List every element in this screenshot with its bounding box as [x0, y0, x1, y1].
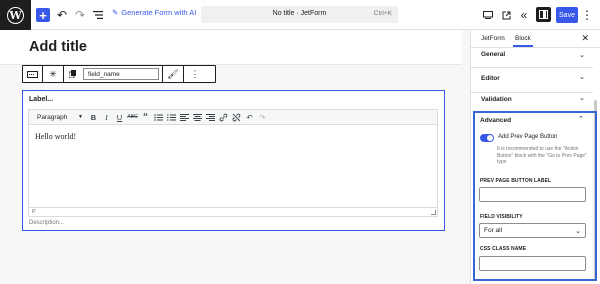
strikethrough-icon[interactable]: ABC	[126, 112, 139, 123]
panel-general-title: General	[481, 51, 506, 58]
numbered-list-icon[interactable]	[165, 112, 178, 123]
magic-wand-icon: ✎	[112, 8, 119, 17]
bullet-list-icon[interactable]	[152, 112, 165, 123]
save-button[interactable]: Save	[556, 7, 578, 23]
textarea-field-block[interactable]: Label... Paragraph ▼ B I U ABC “ ↶ ↷ Hel…	[22, 90, 445, 231]
editor-undo-icon[interactable]: ↶	[243, 112, 256, 123]
paragraph-format-select[interactable]: Paragraph ▼	[33, 112, 87, 123]
bold-icon[interactable]: B	[87, 112, 100, 123]
tab-jetform[interactable]: JetForm	[481, 35, 505, 42]
panel-advanced-title[interactable]: Advanced	[480, 117, 511, 124]
block-options-icon[interactable]: ⋮	[184, 66, 206, 82]
editor-redo-icon[interactable]: ↷	[256, 112, 269, 123]
document-title: No title · JetForm	[272, 10, 327, 17]
field-name-input[interactable]: field_name	[83, 68, 159, 80]
generate-form-label: Generate Form with AI	[121, 8, 197, 17]
required-asterisk-icon[interactable]: ✳	[43, 66, 64, 82]
panel-editor[interactable]: Editor ⌄	[471, 68, 593, 93]
chevron-down-icon: ⌄	[579, 95, 585, 102]
editor-toolbar: Paragraph ▼ B I U ABC “ ↶ ↷	[29, 110, 437, 125]
add-block-button[interactable]: +	[36, 8, 50, 22]
paragraph-format-label: Paragraph	[37, 113, 68, 121]
field-visibility-heading: FIELD VISIBILITY	[480, 214, 523, 220]
prev-page-label-heading: PREV PAGE BUTTON LABEL	[480, 178, 552, 184]
prev-page-label-input[interactable]	[479, 187, 586, 202]
align-left-icon[interactable]	[178, 112, 191, 123]
options-menu-icon[interactable]: ⋮	[581, 7, 593, 23]
css-class-heading: CSS CLASS NAME	[480, 246, 527, 252]
collapse-chevrons-icon[interactable]: «	[518, 7, 530, 23]
italic-icon[interactable]: I	[100, 112, 113, 123]
css-class-input[interactable]	[479, 256, 586, 271]
chevron-down-icon: ⌄	[575, 227, 581, 235]
prev-page-help-text: It is recommended to use the "Action But…	[497, 146, 587, 165]
field-visibility-value: For all	[484, 227, 503, 234]
document-title-bar[interactable]: No title · JetForm Ctrl+K	[201, 6, 398, 23]
panel-validation-title: Validation	[481, 96, 512, 103]
preview-desktop-icon[interactable]	[482, 7, 494, 23]
chevron-down-icon: ⌄	[579, 52, 585, 59]
chevron-up-icon[interactable]: ⌃	[578, 115, 584, 123]
close-icon[interactable]: ✕	[581, 33, 589, 44]
block-type-icon[interactable]	[23, 66, 43, 82]
copy-icon[interactable]	[64, 66, 80, 82]
chevron-down-icon: ▼	[78, 114, 83, 120]
align-center-icon[interactable]	[191, 112, 204, 123]
view-post-external-icon[interactable]	[500, 7, 512, 23]
document-overview-icon[interactable]	[92, 7, 104, 23]
sidebar-tabs: JetForm Block ✕	[471, 30, 600, 48]
chevron-down-icon: ⌄	[579, 74, 585, 81]
editor-path-status: P	[29, 207, 437, 216]
undo-icon[interactable]: ↶	[56, 7, 68, 23]
rich-text-editor[interactable]: Paragraph ▼ B I U ABC “ ↶ ↷ Hello world!…	[28, 109, 438, 217]
generate-form-ai-button[interactable]: ✎ Generate Form with AI	[112, 8, 196, 17]
tab-block[interactable]: Block	[513, 35, 533, 47]
command-shortcut: Ctrl+K	[373, 10, 392, 17]
field-label[interactable]: Label...	[29, 96, 53, 103]
insert-link-icon[interactable]	[217, 112, 230, 123]
top-toolbar: W + ↶ ↷ ✎ Generate Form with AI No title…	[0, 0, 600, 30]
underline-icon[interactable]: U	[113, 112, 126, 123]
post-title-input[interactable]: Add title	[29, 39, 87, 55]
clear-brush-icon[interactable]: 🖌	[162, 66, 184, 82]
editor-text[interactable]: Hello world!	[35, 132, 76, 141]
resize-handle-icon[interactable]	[431, 210, 436, 215]
blockquote-icon[interactable]: “	[139, 112, 152, 123]
prev-page-toggle-label: Add Prev Page Button	[498, 134, 558, 140]
prev-page-toggle[interactable]	[480, 134, 494, 142]
align-right-icon[interactable]	[204, 112, 217, 123]
block-toolbar: ✳ field_name 🖌 ⋮	[22, 65, 216, 83]
panel-editor-title: Editor	[481, 75, 500, 82]
redo-icon[interactable]: ↷	[74, 7, 86, 23]
settings-sidebar-toggle[interactable]	[536, 7, 551, 22]
panel-general[interactable]: General ⌄	[471, 48, 593, 68]
field-description[interactable]: Description...	[29, 220, 64, 226]
field-visibility-select[interactable]: For all ⌄	[479, 223, 586, 238]
wordpress-logo-icon[interactable]: W	[0, 0, 31, 30]
remove-link-icon[interactable]	[230, 112, 243, 123]
